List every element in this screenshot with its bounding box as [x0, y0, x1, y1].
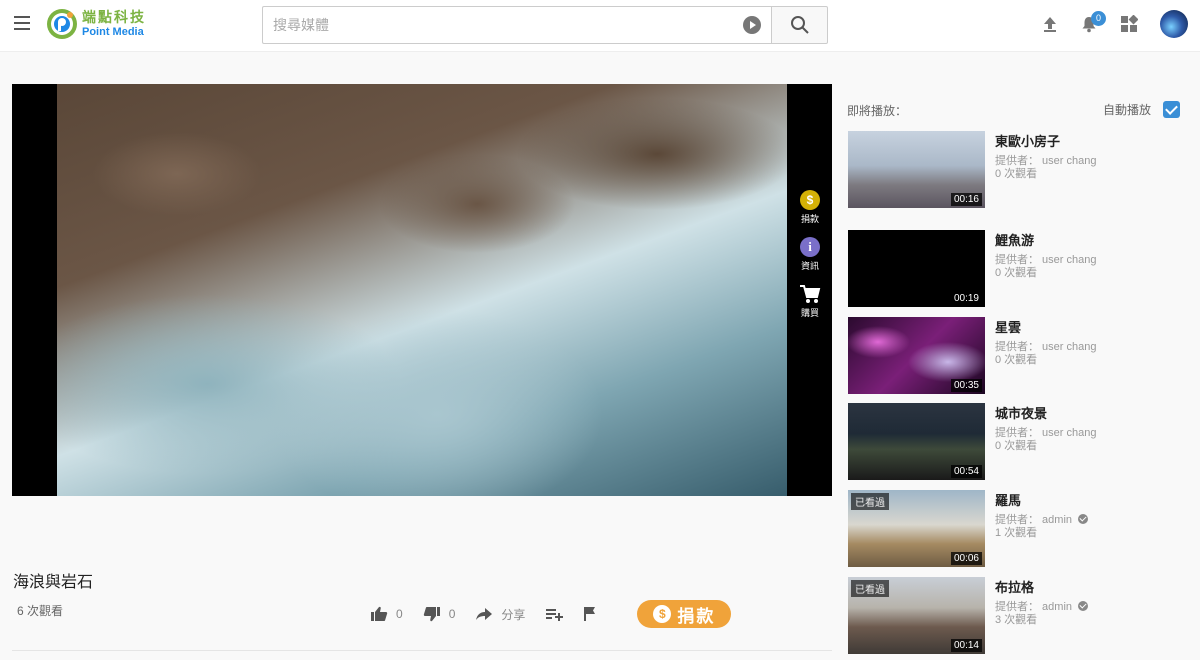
upload-icon: [1044, 17, 1056, 32]
donate-label: 捐款: [677, 606, 716, 626]
search-icon: [790, 16, 809, 34]
point-media-logo-icon: [47, 9, 77, 39]
logo[interactable]: 端點科技 Point Media: [46, 8, 146, 40]
search-box: [262, 6, 771, 44]
recommended-title[interactable]: 羅馬: [995, 490, 1021, 509]
hamburger-menu-icon[interactable]: [14, 16, 30, 30]
tool-label-donate: 捐款: [800, 214, 819, 224]
search-button[interactable]: [771, 6, 828, 44]
watched-badge: 已看過: [851, 580, 889, 597]
video-thumbnail[interactable]: 00:54: [848, 403, 985, 480]
autoplay-label: 自動播放: [1102, 103, 1151, 117]
share-icon: [476, 608, 493, 620]
recommended-title[interactable]: 東歐小房子: [995, 131, 1060, 150]
share-button[interactable]: 分享: [475, 606, 525, 623]
avatar[interactable]: [1160, 10, 1188, 38]
view-count: 0 次觀看: [995, 267, 1038, 279]
search-bar: [262, 6, 828, 44]
verified-icon: [1078, 514, 1089, 524]
flag-icon: [584, 607, 596, 621]
autoplay-checkbox[interactable]: [1163, 101, 1180, 118]
player-buy-button[interactable]: 購買: [799, 284, 821, 319]
view-count: 0 次觀看: [995, 440, 1038, 452]
dislike-count: 0: [448, 607, 456, 621]
video-thumbnail[interactable]: 已看過 00:06: [848, 490, 985, 567]
video-thumbnail[interactable]: 00:16: [848, 131, 985, 208]
upload-button[interactable]: [1042, 15, 1058, 33]
brand-name-en: Point Media: [82, 25, 144, 38]
view-count: 3 次觀看: [995, 614, 1038, 626]
report-button[interactable]: [583, 606, 597, 622]
donate-button[interactable]: $ 捐款: [637, 600, 732, 628]
duration-badge: 00:06: [950, 552, 982, 565]
duration-badge: 00:35: [950, 379, 982, 392]
view-count: 1 次觀看: [995, 527, 1038, 539]
playlist-add-icon: [546, 609, 564, 621]
recommended-title[interactable]: 布拉格: [995, 577, 1034, 596]
video-actions: 0 0 分享 $ 捐款: [370, 600, 732, 628]
notification-count-badge: 0: [1091, 11, 1106, 26]
view-count: 0 次觀看: [995, 168, 1038, 180]
view-count: 0 次觀看: [995, 354, 1038, 366]
thumbs-up-icon: [371, 606, 388, 621]
up-next-label: 即將播放：: [847, 104, 908, 118]
recommended-video[interactable]: 00:54 城市夜景 提供者： user chang 0 次觀看: [848, 403, 1188, 481]
like-count: 0: [396, 607, 403, 621]
player-donate-button[interactable]: $ 捐款: [800, 190, 820, 225]
brand-name-zh: 端點科技: [82, 9, 146, 26]
dislike-button[interactable]: 0: [423, 606, 456, 622]
recommended-video[interactable]: 00:19 鯉魚游 提供者： user chang 0 次觀看: [848, 230, 1188, 308]
recommended-video[interactable]: 已看過 00:14 布拉格 提供者： admin 3 次觀看: [848, 577, 1188, 655]
duration-badge: 00:14: [950, 639, 982, 652]
info-icon: i: [800, 237, 820, 257]
add-to-playlist-button[interactable]: [545, 607, 564, 621]
duration-badge: 00:19: [950, 292, 982, 305]
recommended-video[interactable]: 00:16 東歐小房子 提供者： user chang 0 次觀看: [848, 131, 1188, 209]
search-input[interactable]: [273, 17, 743, 33]
share-label: 分享: [501, 607, 526, 622]
tool-label-buy: 購買: [800, 308, 819, 318]
autoplay-toggle: 自動播放: [1103, 101, 1180, 118]
cart-icon: [800, 285, 821, 303]
top-bar: 端點科技 Point Media 0: [0, 0, 1200, 52]
video-thumbnail[interactable]: 00:35: [848, 317, 985, 394]
media-search-icon[interactable]: [743, 16, 761, 34]
notifications-button[interactable]: 0: [1080, 11, 1106, 33]
duration-badge: 00:54: [950, 465, 982, 478]
recommended-title[interactable]: 鯉魚游: [995, 230, 1034, 249]
dollar-coin-icon: $: [653, 605, 672, 623]
video-frame[interactable]: [57, 84, 787, 496]
watched-badge: 已看過: [851, 493, 889, 510]
like-button[interactable]: 0: [370, 606, 403, 622]
apps-icon: [1121, 15, 1138, 32]
video-thumbnail[interactable]: 00:19: [848, 230, 985, 307]
recommended-title[interactable]: 城市夜景: [995, 403, 1047, 422]
tool-label-info: 資訊: [800, 261, 819, 271]
video-thumbnail[interactable]: 已看過 00:14: [848, 577, 985, 654]
recommended-video[interactable]: 已看過 00:06 羅馬 提供者： admin 1 次觀看: [848, 490, 1188, 568]
coin-icon: $: [800, 190, 820, 210]
duration-badge: 00:16: [950, 193, 982, 206]
thumbs-down-icon: [423, 607, 440, 622]
player-info-button[interactable]: i 資訊: [800, 237, 820, 272]
verified-icon: [1078, 601, 1089, 611]
player-side-tools: $ 捐款 i 資訊 購買: [796, 190, 824, 331]
video-title: 海浪與岩石: [13, 574, 94, 591]
video-player[interactable]: $ 捐款 i 資訊 購買: [12, 84, 832, 496]
video-view-count: 6 次觀看: [17, 604, 64, 618]
recommended-video[interactable]: 00:35 星雲 提供者： user chang 0 次觀看: [848, 317, 1188, 395]
apps-button[interactable]: [1120, 15, 1138, 33]
divider: [12, 650, 832, 651]
recommended-title[interactable]: 星雲: [995, 317, 1021, 336]
